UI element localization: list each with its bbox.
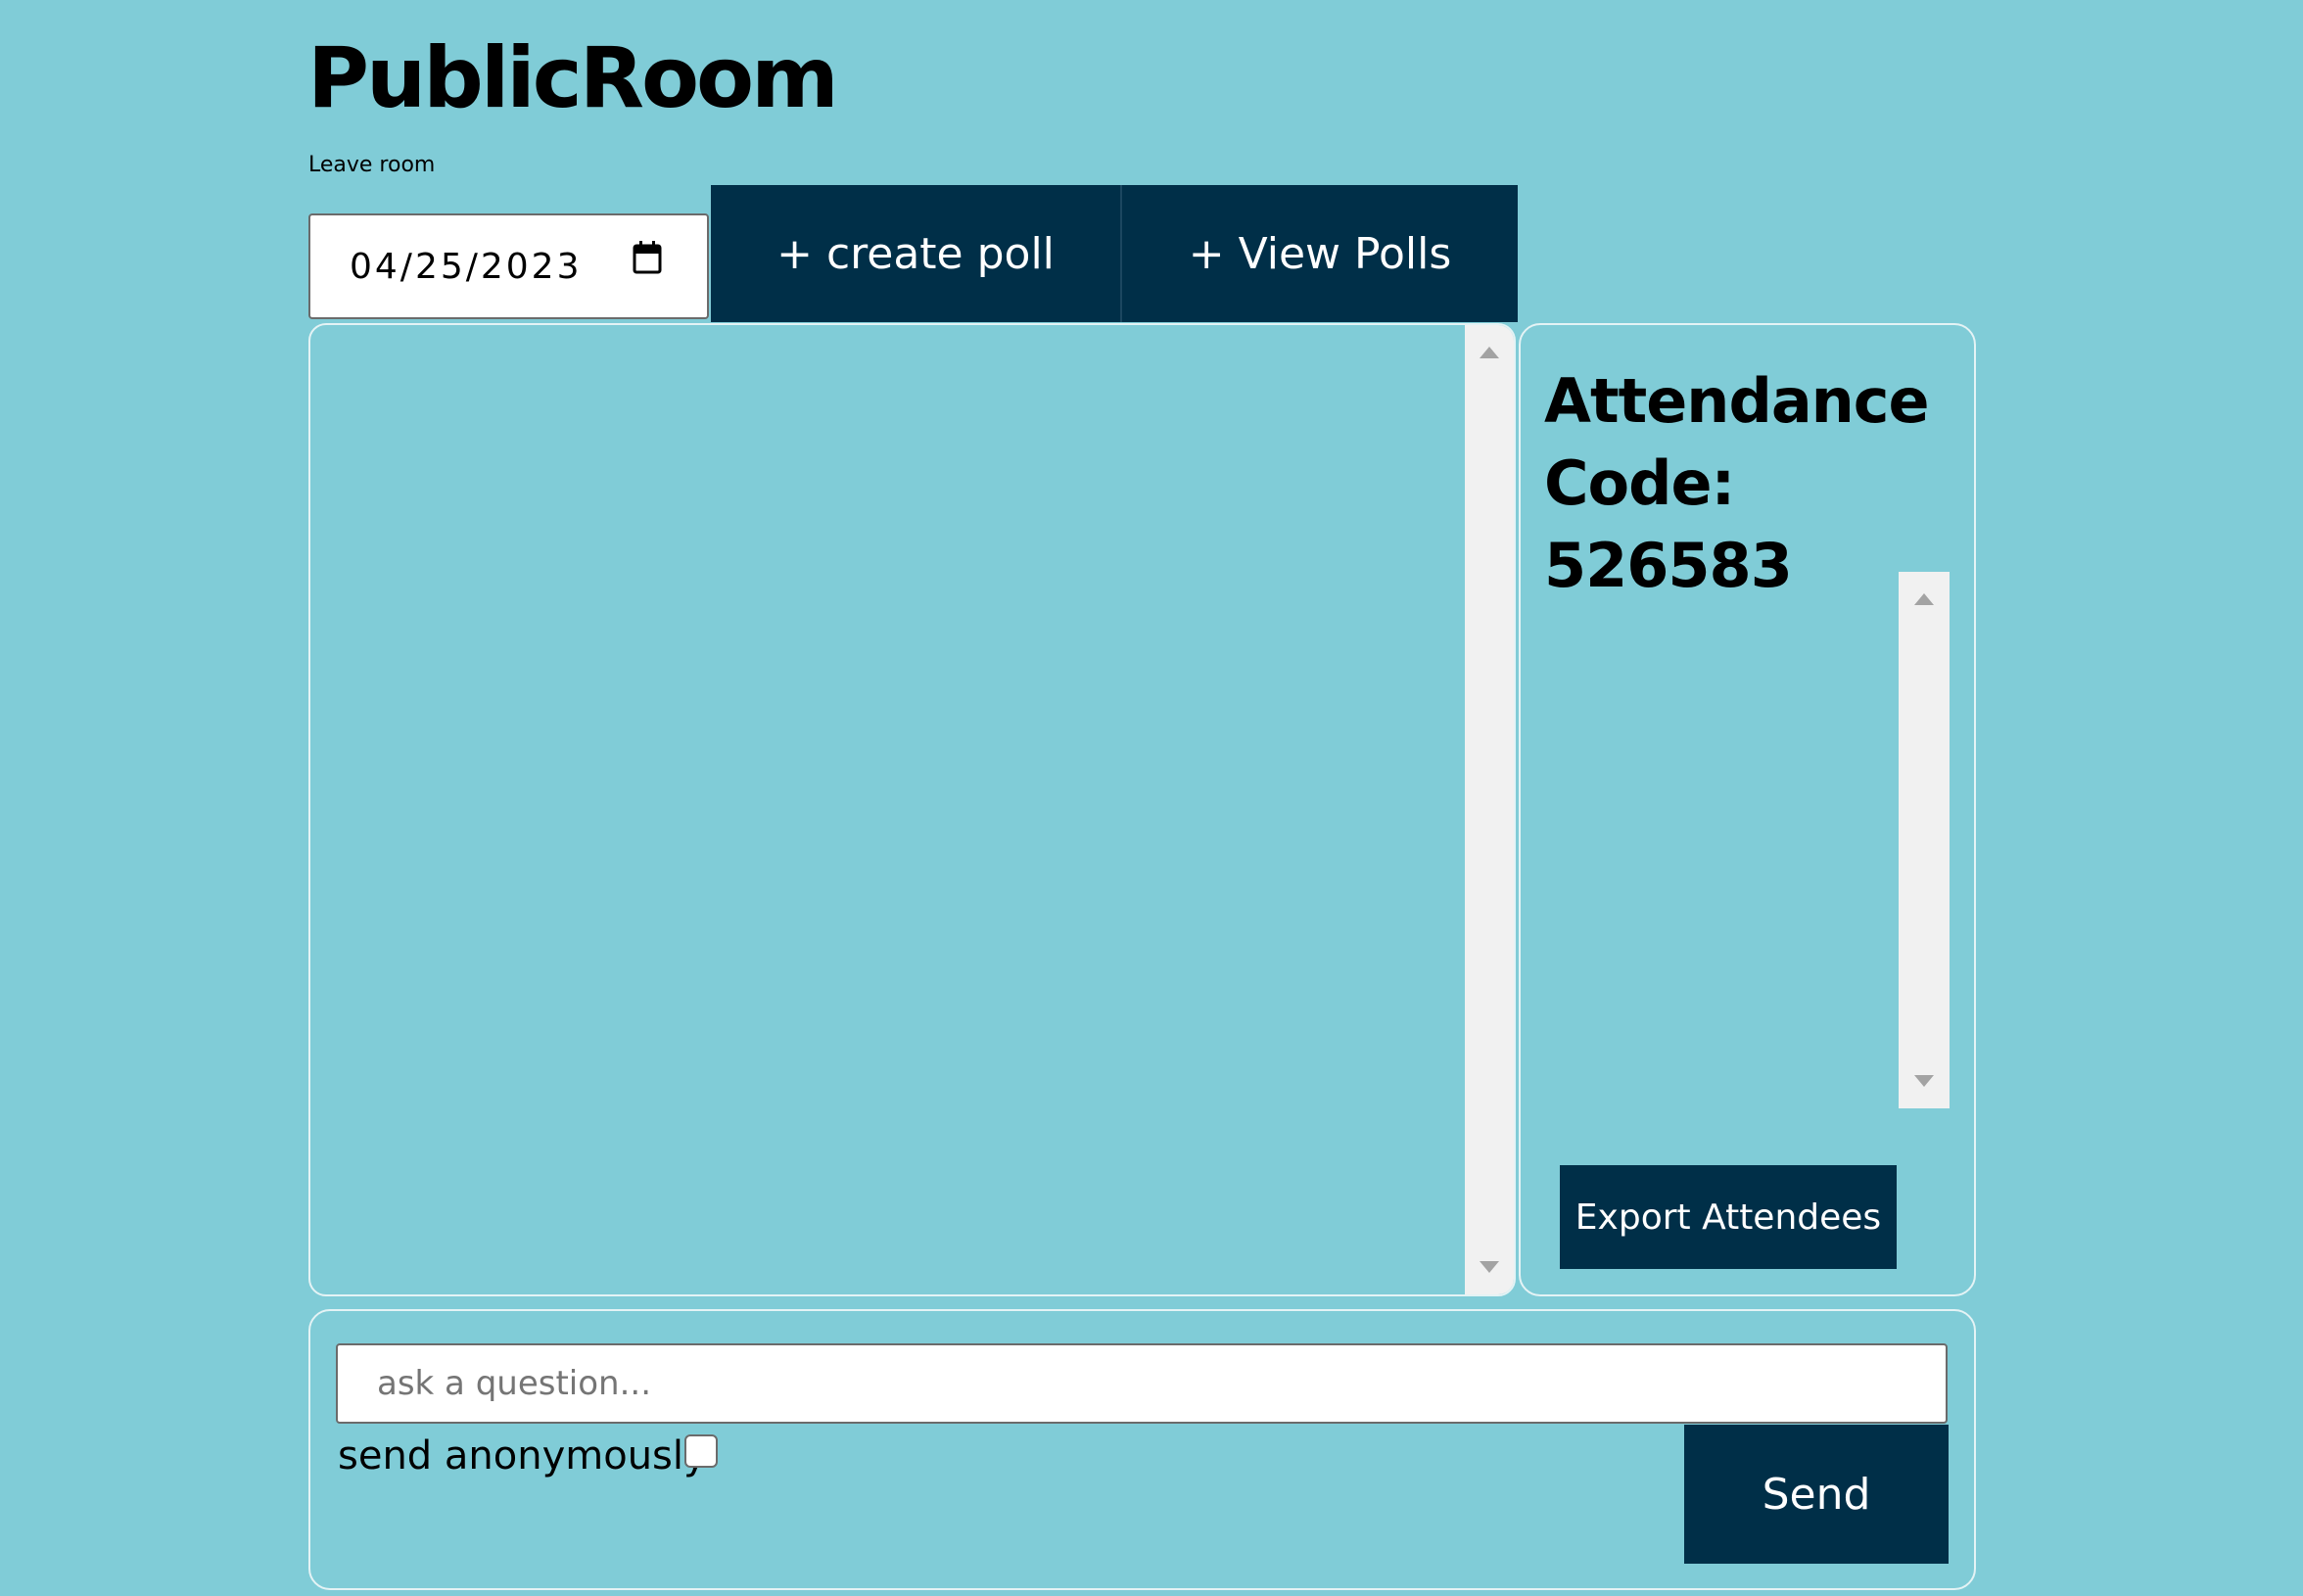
attendees-scrollbar[interactable] [1899, 572, 1950, 1108]
attendance-panel: Attendance Code: 526583 Export Attendees [1519, 323, 1976, 1296]
date-picker-input[interactable]: 04/25/2023 [308, 213, 709, 319]
messages-panel [308, 323, 1516, 1296]
scroll-down-arrow-icon[interactable] [1914, 1075, 1934, 1087]
public-room-page: PublicRoom Leave room 04/25/2023 + creat… [0, 0, 2303, 1596]
send-anonymously-label: send anonymously [338, 1433, 707, 1479]
calendar-icon[interactable] [633, 241, 662, 274]
leave-room-link[interactable]: Leave room [308, 151, 435, 180]
date-value: 04/25/2023 [350, 246, 583, 287]
scroll-up-arrow-icon[interactable] [1914, 593, 1934, 605]
send-button[interactable]: Send [1684, 1425, 1949, 1564]
create-poll-button[interactable]: + create poll [711, 185, 1120, 322]
page-title: PublicRoom [307, 29, 839, 127]
ask-question-panel: send anonymously Send [308, 1309, 1976, 1590]
question-input[interactable] [336, 1343, 1948, 1424]
attendance-code: Attendance Code: 526583 [1544, 365, 1930, 601]
scroll-up-arrow-icon[interactable] [1480, 347, 1499, 358]
messages-scrollbar[interactable] [1465, 325, 1514, 1294]
send-anonymously-checkbox[interactable] [684, 1434, 718, 1468]
view-polls-button[interactable]: + View Polls [1120, 185, 1518, 322]
scroll-down-arrow-icon[interactable] [1480, 1261, 1499, 1273]
export-attendees-button[interactable]: Export Attendees [1560, 1165, 1897, 1269]
